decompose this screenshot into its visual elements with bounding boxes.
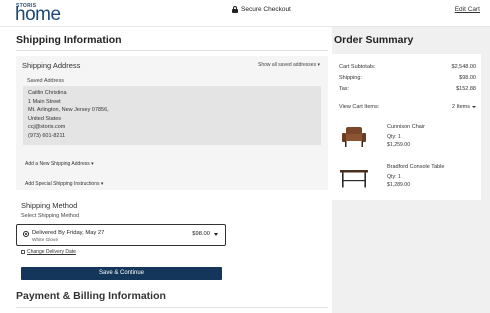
subtotal-label: Cart Subtotals: xyxy=(339,64,376,70)
address-phone: (973) 601-8211 xyxy=(28,132,66,139)
order-summary-sidebar: Order Summary Cart Subtotals: $2,548.00 … xyxy=(332,27,490,313)
caret-down-icon: ▾ xyxy=(317,62,320,68)
saved-address-label: Saved Address xyxy=(27,78,64,84)
address-city: Mt. Arlington, New Jersey 07856, xyxy=(28,107,109,113)
order-summary-heading: Order Summary xyxy=(334,34,414,46)
edit-cart-link[interactable]: Edit Cart xyxy=(455,6,480,13)
address-email: ccj@storis.com xyxy=(28,124,66,130)
divider xyxy=(16,50,328,51)
caret-down-icon xyxy=(214,233,218,236)
add-new-address-label: Add a New Shipping Address xyxy=(25,161,90,167)
console-table-icon xyxy=(340,170,368,188)
shipping-address-title: Shipping Address xyxy=(22,61,81,70)
change-delivery-date-label: Change Delivery Date xyxy=(27,249,76,255)
caret-down-icon xyxy=(472,105,476,108)
checkout-main: Shipping Information Shipping Address Sh… xyxy=(0,27,332,313)
shipping-information-heading: Shipping Information xyxy=(16,34,122,46)
payment-billing-heading: Payment & Billing Information xyxy=(16,290,166,302)
delivery-option-price: $98.00 xyxy=(192,231,210,237)
armchair-icon xyxy=(342,127,366,147)
cart-item-name: Bradford Console Table xyxy=(387,164,445,170)
items-count: 2 Items xyxy=(451,104,470,110)
view-cart-items-row: View Cart Items: 2 Items xyxy=(339,104,476,110)
summary-row-shipping: Shipping: $98.00 xyxy=(339,75,476,81)
delivery-option-subtitle: White Glove xyxy=(32,238,59,243)
caret-down-icon: ▾ xyxy=(100,181,104,187)
tax-value: $152.88 xyxy=(456,86,476,92)
address-country: United States xyxy=(28,115,62,122)
order-summary-card: Cart Subtotals: $2,548.00 Shipping: $98.… xyxy=(332,54,481,200)
show-all-addresses-dropdown[interactable]: Show all saved addresses ▾ xyxy=(258,62,320,68)
cart-item-price: $1,289.00 xyxy=(387,182,411,188)
calendar-icon xyxy=(21,250,25,254)
tax-label: Tax: xyxy=(339,86,350,92)
delivery-option-title: Delivered By Friday, May 27 xyxy=(32,230,105,236)
cart-item: Bradford Console Table Qty: 1 $1,289.00 xyxy=(339,164,476,199)
shipping-label: Shipping: xyxy=(339,75,362,81)
cart-item-qty: Qty: 1 xyxy=(387,174,401,180)
shipping-method-select[interactable]: Delivered By Friday, May 27 White Glove … xyxy=(16,224,226,246)
logo-big-text: home xyxy=(15,4,61,25)
show-all-addresses-label: Show all saved addresses xyxy=(258,62,317,68)
radio-selected-icon[interactable] xyxy=(23,231,29,237)
view-cart-items-label: View Cart Items: xyxy=(339,104,380,110)
cart-item-name: Cunnison Chair xyxy=(387,124,425,130)
subtotal-value: $2,548.00 xyxy=(451,64,476,70)
summary-row-subtotal: Cart Subtotals: $2,548.00 xyxy=(339,64,476,70)
change-delivery-date-link[interactable]: Change Delivery Date xyxy=(21,249,76,255)
add-new-shipping-address-toggle[interactable]: Add a New Shipping Address ▾ xyxy=(25,161,94,167)
shipping-method-heading: Shipping Method xyxy=(21,201,78,210)
add-special-instructions-label: Add Special Shipping Instructions xyxy=(25,181,100,187)
shipping-value: $98.00 xyxy=(459,75,476,81)
select-shipping-method-label: Select Shipping Method xyxy=(21,213,80,219)
add-special-instructions-toggle[interactable]: Add Special Shipping Instructions ▾ xyxy=(25,181,103,187)
address-name: Caitlin Christina xyxy=(28,90,67,96)
saved-address-card[interactable]: Caitlin Christina 1 Main Street Mt. Arli… xyxy=(23,86,321,145)
lock-icon xyxy=(232,6,238,13)
caret-down-icon: ▾ xyxy=(91,161,94,167)
save-continue-button[interactable]: Save & Continue xyxy=(21,267,222,280)
top-bar: STORIS home Secure Checkout Edit Cart xyxy=(0,0,490,27)
cart-items-toggle[interactable]: 2 Items xyxy=(452,104,476,110)
divider xyxy=(16,307,328,308)
secure-checkout: Secure Checkout xyxy=(232,6,291,13)
secure-checkout-label: Secure Checkout xyxy=(241,6,291,13)
cart-item-qty: Qty: 1 xyxy=(387,134,401,140)
summary-row-tax: Tax: $152.88 xyxy=(339,86,476,92)
cart-item-price: $1,259.00 xyxy=(387,142,411,148)
shipping-address-panel: Shipping Address Show all saved addresse… xyxy=(16,56,328,190)
address-street: 1 Main Street xyxy=(28,98,61,105)
storis-home-logo[interactable]: STORIS home xyxy=(15,3,72,25)
cart-item: Cunnison Chair Qty: 1 $1,259.00 xyxy=(339,124,476,159)
